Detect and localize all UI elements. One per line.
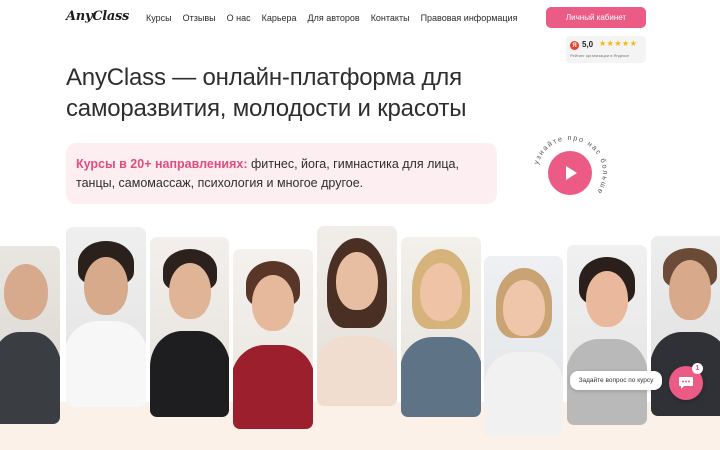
main-nav: Курсы Отзывы О нас Карьера Для авторов К… (146, 13, 517, 23)
logo[interactable]: AnyClass (66, 9, 129, 24)
video-play-widget[interactable]: узнайте про нас больше (524, 136, 616, 228)
nav-item-contacts[interactable]: Контакты (371, 13, 410, 23)
portrait-clothing (484, 352, 563, 436)
nav-item-career[interactable]: Карьера (262, 13, 297, 23)
rating-score: 5,0 (582, 40, 594, 49)
nav-item-reviews[interactable]: Отзывы (183, 13, 216, 23)
author-photo-card[interactable] (150, 237, 229, 417)
directions-box: Курсы в 20+ направлениях: фитнес, йога, … (66, 143, 497, 204)
portrait-clothing (150, 331, 229, 417)
chat-unread-badge: 1 (692, 363, 703, 374)
portrait-face (420, 263, 462, 321)
portrait-face (84, 257, 128, 315)
portrait-face (336, 252, 378, 310)
nav-item-legal-info[interactable]: Правовая информация (421, 13, 518, 23)
portrait-face (168, 263, 211, 319)
author-photo-card[interactable] (567, 245, 647, 425)
rating-caption: Рейтинг организации в Яндексе (570, 53, 630, 58)
portrait-clothing (0, 332, 60, 424)
portrait-clothing (401, 337, 481, 417)
author-photo-card[interactable] (0, 246, 60, 424)
play-button[interactable] (548, 151, 592, 195)
portrait-face (4, 264, 48, 320)
nav-item-for-authors[interactable]: Для авторов (308, 13, 360, 23)
nav-item-about[interactable]: О нас (227, 13, 251, 23)
portrait-face (586, 271, 628, 327)
portrait-face (668, 260, 711, 320)
play-icon (566, 166, 577, 180)
author-photo-card[interactable] (484, 256, 563, 436)
personal-account-button[interactable]: Личный кабинет (546, 7, 646, 28)
yandex-rating-badge[interactable]: Я 5,0 ★★★★★ Рейтинг организации в Яндекс… (566, 36, 646, 63)
author-photo-card[interactable] (401, 237, 481, 417)
chat-prompt-bubble[interactable]: Задайте вопрос по курсу (570, 371, 662, 390)
rating-stars: ★★★★★ (599, 39, 638, 48)
portrait-clothing (317, 336, 397, 406)
portrait-clothing (66, 321, 146, 407)
portrait-face (252, 275, 294, 331)
nav-item-courses[interactable]: Курсы (146, 13, 172, 23)
portrait-clothing (233, 345, 313, 429)
author-photo-card[interactable] (66, 227, 146, 407)
author-photo-card[interactable] (317, 226, 397, 406)
author-photo-card[interactable] (233, 249, 313, 429)
directions-accent: Курсы в 20+ направлениях: (76, 157, 248, 171)
chat-icon (679, 377, 693, 389)
page-title: AnyClass — онлайн-платформа для саморазв… (66, 64, 467, 122)
portrait-face (502, 280, 545, 336)
yandex-icon: Я (570, 41, 579, 50)
